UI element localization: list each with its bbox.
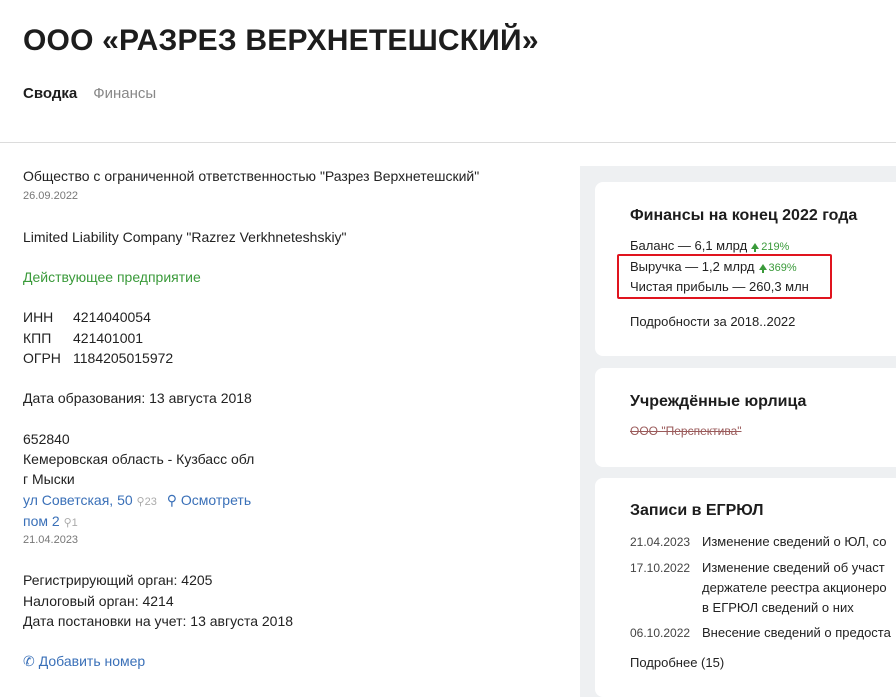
tab-bar: Сводка Финансы [23,85,156,102]
street-match-count: 23 [144,496,157,508]
balance-row: Баланс — 6,1 млрд 219% [630,238,789,253]
founded-date: Дата образования: 13 августа 2018 [23,390,252,406]
founded-entities-title: Учреждённые юрлица [630,393,807,410]
egrul-more-link[interactable]: Подробнее (15) [630,655,724,670]
inn-value: 4214040054 [73,309,151,325]
map-pin-icon[interactable]: ⚲ [167,492,177,508]
kpp-row: КПП 421401001 [23,330,143,346]
address-street-link[interactable]: ул Советская, 50 [23,492,133,508]
add-phone-link[interactable]: Добавить номер [39,653,145,669]
full-name-date: 26.09.2022 [23,190,79,202]
search-icon: ⚲ [63,517,72,529]
search-icon: ⚲ [136,496,145,508]
egrul-row[interactable]: 21.04.2023 Изменение сведений о ЮЛ, со [630,534,887,549]
tax-office: Налоговый орган: 4214 [23,593,174,609]
egrul-date: 06.10.2022 [630,626,691,640]
balance-value: Баланс — 6,1 млрд [630,238,748,253]
phone-icon: ✆ [23,653,35,669]
page-title: ООО «РАЗРЕЗ ВЕРХНЕТЕШСКИЙ» [23,24,539,57]
address-region: Кемеровская область - Кузбасс обл [23,451,255,467]
finance-details-link[interactable]: Подробности за 2018..2022 [630,314,795,329]
egrul-text: в ЕГРЮЛ сведений о них [702,600,854,615]
address-city: г Мыски [23,471,75,487]
view-on-map-link[interactable]: Осмотреть [181,492,251,508]
ogrn-value: 1184205015972 [73,350,174,366]
egrul-date: 17.10.2022 [630,561,691,575]
kpp-label: КПП [23,330,52,346]
finance-card-title: Финансы на конец 2022 года [630,207,858,224]
address-date: 21.04.2023 [23,534,79,546]
ogrn-row: ОГРН 1184205015972 [23,350,173,366]
egrul-row[interactable]: 06.10.2022 Внесение сведений о предоста [630,625,891,640]
egrul-title: Записи в ЕГРЮЛ [630,502,764,519]
add-phone-row[interactable]: ✆ Добавить номер [23,653,145,670]
kpp-value: 421401001 [73,330,144,346]
address-room-row: пом 2 ⚲1 [23,513,78,529]
room-match-count: 1 [71,517,78,529]
egrul-date: 21.04.2023 [630,535,691,549]
tab-finances[interactable]: Финансы [93,85,156,102]
inn-row: ИНН 4214040054 [23,309,151,325]
egrul-text: держателе реестра акционеро [702,580,887,595]
registration-date: Дата постановки на учет: 13 августа 2018 [23,613,294,629]
ogrn-label: ОГРН [23,350,61,366]
highlight-box [617,254,832,299]
address-street-row: ул Советская, 50 ⚲23 ⚲ Осмотреть [23,492,251,509]
egrul-text: Внесение сведений о предоста [702,625,891,640]
full-name: Общество с ограниченной ответственностью… [23,168,480,184]
address-room-link[interactable]: пом 2 [23,513,60,529]
egrul-text: Изменение сведений об участ [702,560,885,575]
english-name: Limited Liability Company "Razrez Verkhn… [23,229,347,245]
status-badge: Действующее предприятие [23,269,201,285]
inn-label: ИНН [23,309,54,325]
registrar: Регистрирующий орган: 4205 [23,572,213,588]
egrul-text: Изменение сведений о ЮЛ, со [702,534,887,549]
arrow-up-icon [751,243,760,253]
founded-entities-card: Учреждённые юрлица ООО "Перспектива" [595,368,896,467]
tab-summary[interactable]: Сводка [23,85,77,102]
egrul-card: Записи в ЕГРЮЛ 21.04.2023 Изменение свед… [595,478,896,697]
page-header: ООО «РАЗРЕЗ ВЕРХНЕТЕШСКИЙ» Сводка Финанс… [0,0,896,143]
egrul-row[interactable]: 17.10.2022 Изменение сведений об участ д… [630,560,887,615]
founded-entity-link[interactable]: ООО "Перспектива" [630,424,742,438]
balance-delta: 219% [761,241,790,253]
address-zip: 652840 [23,431,70,447]
